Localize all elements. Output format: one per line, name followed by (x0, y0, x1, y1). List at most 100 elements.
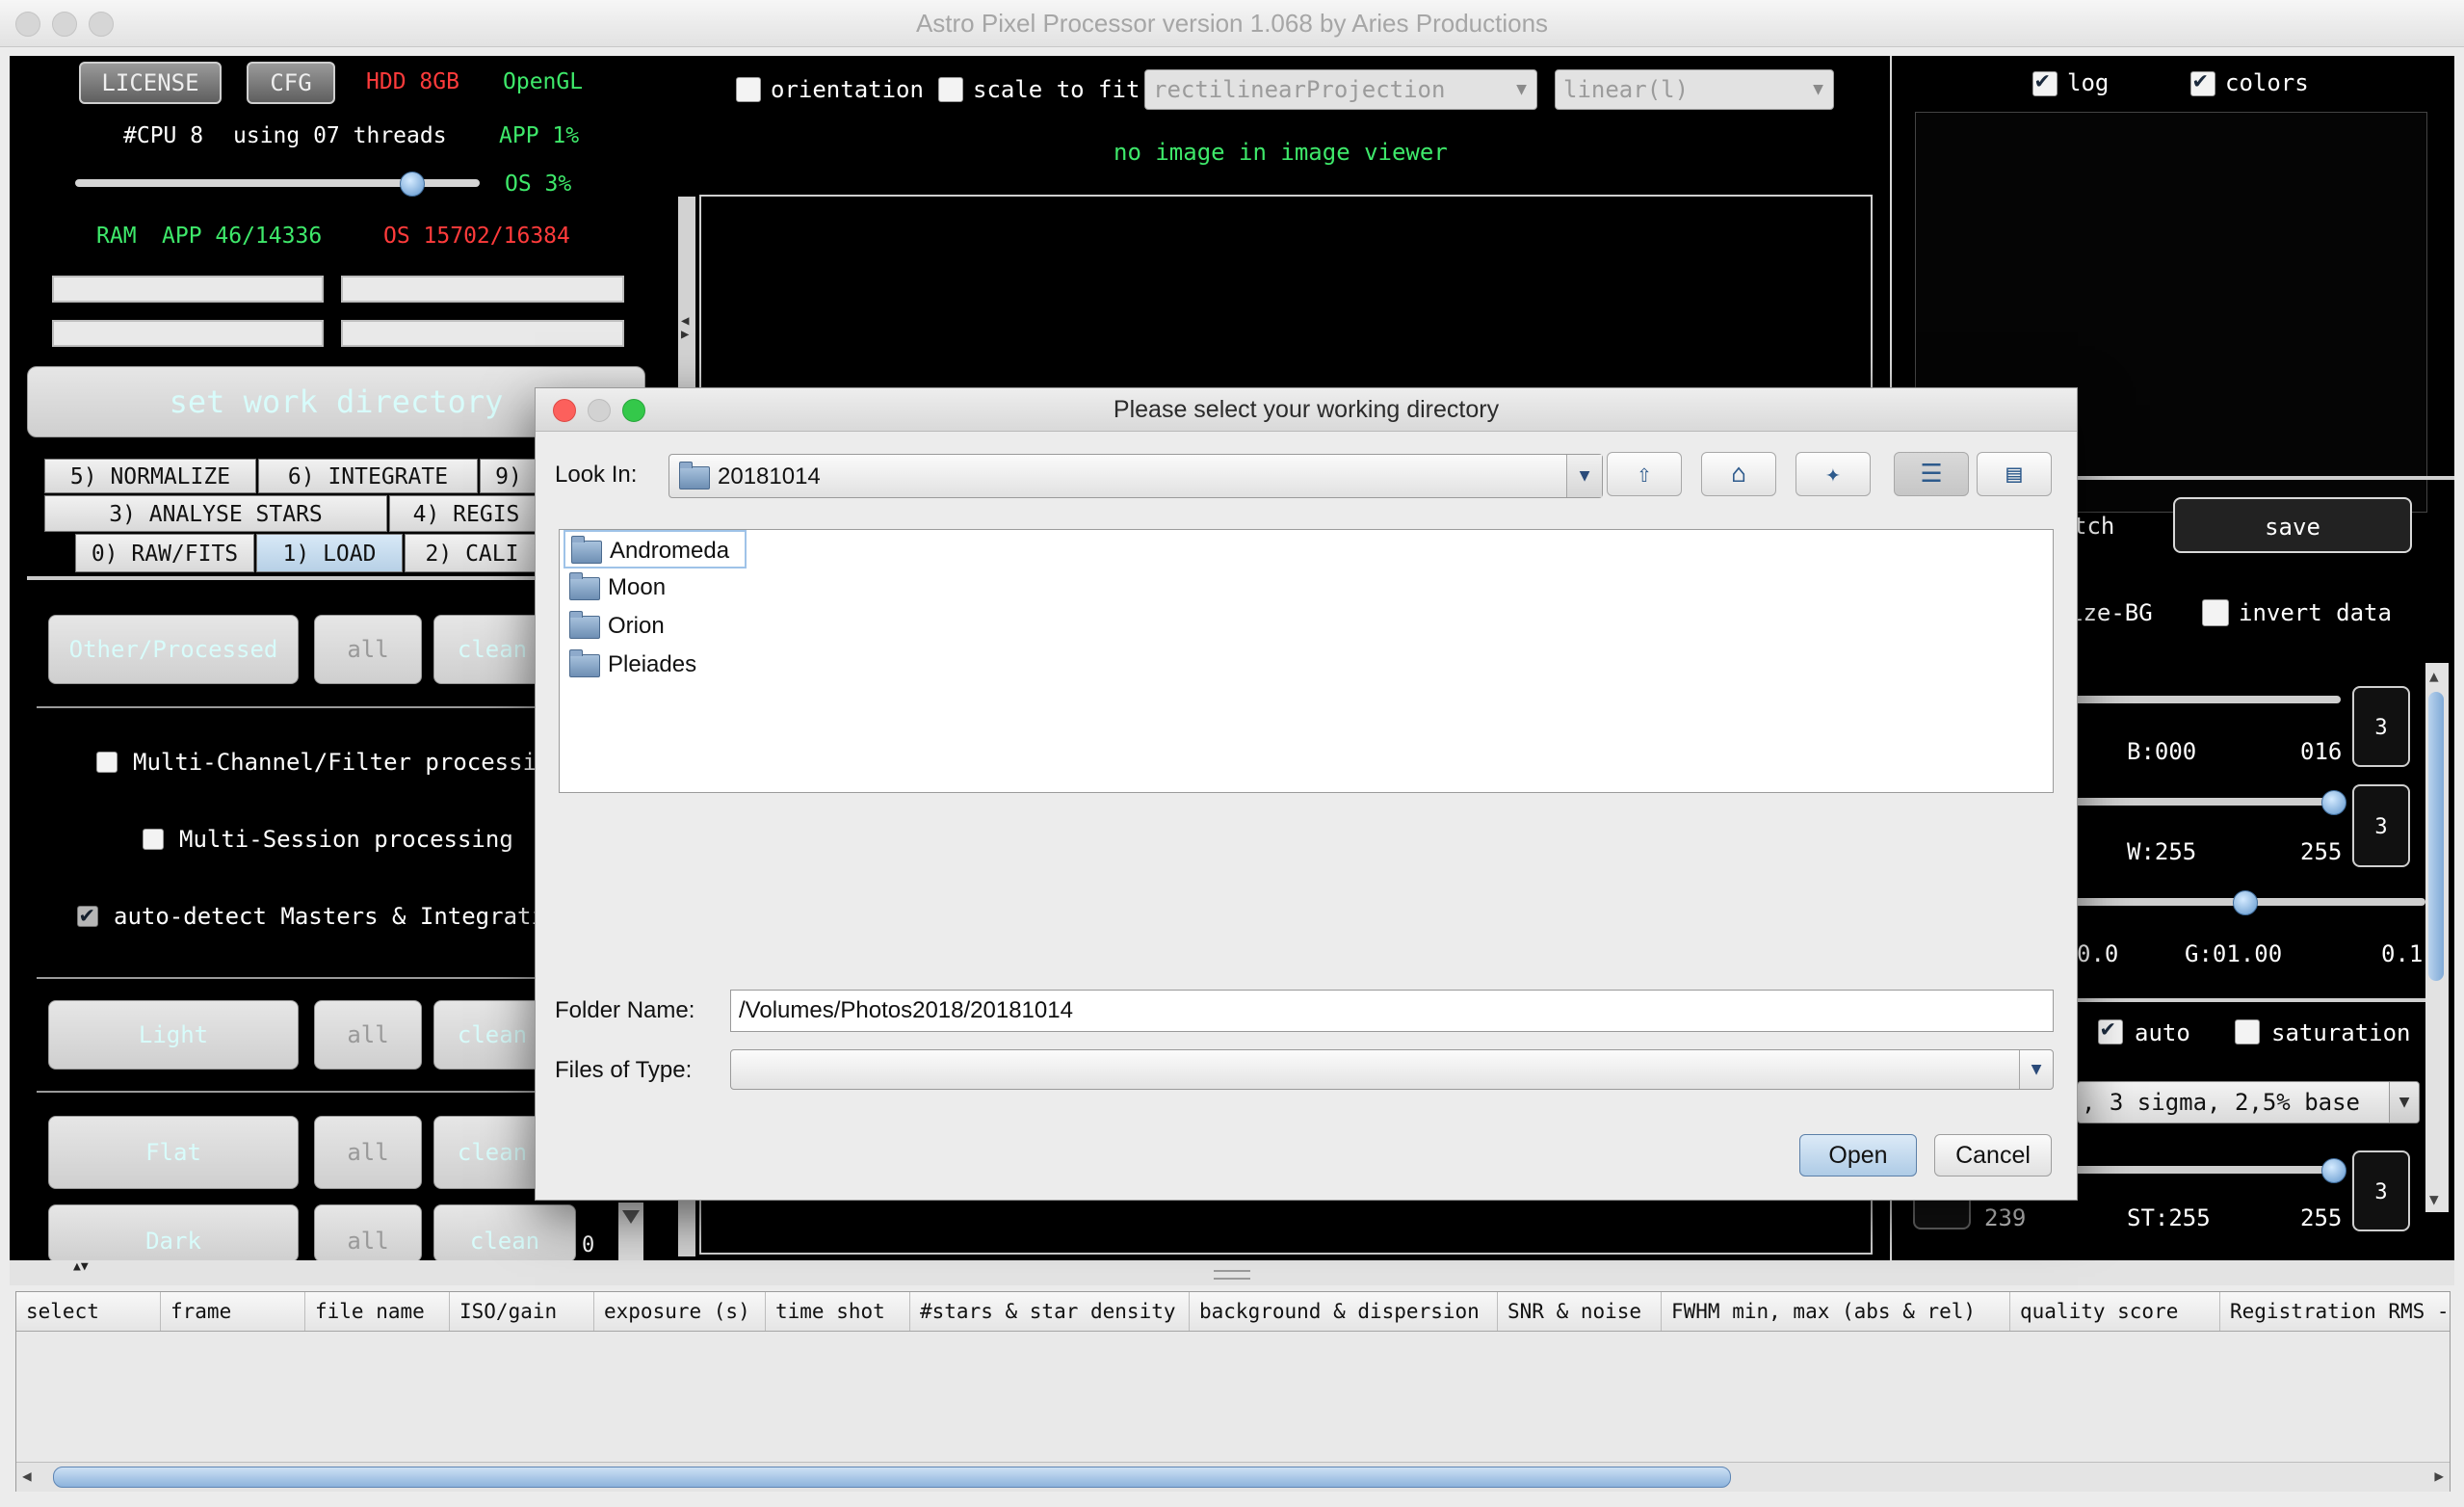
column-header-registration[interactable]: Registration RMS - # (2220, 1292, 2450, 1331)
column-header-fwhm[interactable]: FWHM min, max (abs & rel) (1662, 1292, 2010, 1331)
cfg-button[interactable]: CFG (247, 62, 335, 104)
auto-detect-label: auto-detect Masters & Integratio (114, 903, 560, 930)
tab-load[interactable]: 1) LOAD (256, 534, 403, 572)
left-panel-scrollbar[interactable] (618, 1203, 643, 1260)
save-button[interactable]: save (2173, 497, 2412, 553)
light-button[interactable]: Light (48, 1000, 299, 1070)
folder-name-input[interactable] (730, 990, 2054, 1032)
projection-select[interactable]: rectilinearProjection ▼ (1144, 69, 1537, 110)
tab-calibrate[interactable]: 2) CALI (405, 534, 539, 572)
st-slider-knob[interactable] (2321, 1158, 2346, 1183)
stretch-preset-select[interactable]: , 3 sigma, 2,5% base ▼ (2077, 1081, 2420, 1124)
scroll-left-arrow-icon[interactable]: ◀ (22, 1467, 32, 1485)
scroll-up-arrow-icon[interactable]: ▲ (2429, 667, 2439, 685)
scroll-down-arrow-icon[interactable]: ▼ (2429, 1190, 2439, 1208)
table-horizontal-scrollbar[interactable]: ◀ ▶ (16, 1462, 2450, 1492)
tab-integrate[interactable]: 6) INTEGRATE (258, 459, 478, 493)
opengl-status: OpenGL (503, 69, 584, 94)
other-all-button[interactable]: all (314, 615, 422, 684)
scrollbar-thumb[interactable] (2428, 692, 2444, 981)
chevron-down-icon[interactable]: ▼ (2019, 1050, 2053, 1089)
column-header-exposure[interactable]: exposure (s) (594, 1292, 766, 1331)
tab-register[interactable]: 4) REGIS (389, 495, 543, 532)
flat-all-button[interactable]: all (314, 1116, 422, 1189)
hdd-status: HDD 8GB (366, 69, 459, 94)
list-item[interactable]: Orion (564, 607, 747, 646)
splitter-arrows-icon[interactable]: ▲▼ (73, 1260, 89, 1273)
new-folder-button[interactable]: ✦ (1796, 452, 1871, 496)
column-header-file-name[interactable]: file name (305, 1292, 450, 1331)
frames-table[interactable]: select frame file name ISO/gain exposure… (15, 1291, 2451, 1492)
right-panel-scrollbar[interactable]: ▲ ▼ (2425, 663, 2449, 1212)
saturation-label: saturation (2271, 1019, 2411, 1046)
collapse-arrows-icon[interactable]: ◀ ▶ (681, 314, 689, 341)
b-spinner[interactable]: 3 (2352, 686, 2410, 767)
saturation-checkbox[interactable] (2235, 1019, 2260, 1044)
column-header-frame[interactable]: frame (161, 1292, 305, 1331)
auto-detect-checkbox[interactable] (77, 901, 98, 928)
scroll-right-arrow-icon[interactable]: ▶ (2434, 1467, 2444, 1485)
dark-clean-button[interactable]: clean (433, 1204, 576, 1262)
list-item[interactable]: Moon (564, 568, 747, 607)
other-clean-button[interactable]: clean (433, 615, 551, 684)
home-button[interactable]: ⌂ (1701, 452, 1776, 496)
column-header-background[interactable]: background & dispersion (1190, 1292, 1498, 1331)
stretch-select[interactable]: linear(l) ▼ (1555, 69, 1834, 110)
st-spinner[interactable]: 3 (2352, 1150, 2410, 1231)
panel-splitter[interactable]: ▲▼ (10, 1260, 2454, 1285)
flat-clean-button[interactable]: clean (433, 1116, 551, 1189)
divider (37, 1091, 547, 1093)
chevron-down-icon[interactable]: ▼ (1566, 455, 1602, 497)
light-all-button[interactable]: all (314, 1000, 422, 1070)
column-header-iso-gain[interactable]: ISO/gain (450, 1292, 594, 1331)
w-spinner[interactable]: 3 (2352, 784, 2410, 867)
flat-button[interactable]: Flat (48, 1116, 299, 1189)
g-slider-knob[interactable] (2233, 890, 2258, 915)
os-cpu-usage: OS 3% (505, 172, 572, 197)
column-header-snr[interactable]: SNR & noise (1498, 1292, 1662, 1331)
log-checkbox[interactable] (2032, 66, 2058, 96)
b-slider-track[interactable] (2069, 696, 2341, 703)
g-slider-track[interactable] (2069, 890, 2425, 915)
w-slider-track[interactable] (2069, 790, 2346, 815)
list-item[interactable]: Andromeda (564, 530, 747, 568)
open-button[interactable]: Open (1799, 1134, 1917, 1177)
w-slider-knob[interactable] (2321, 790, 2346, 815)
log-label: log (2067, 69, 2110, 96)
file-list[interactable]: Andromeda Moon Orion Pleiades (559, 529, 2054, 793)
dark-button[interactable]: Dark (48, 1204, 299, 1262)
look-in-select[interactable]: 20181014 ▼ (668, 454, 1603, 498)
multi-channel-checkbox[interactable] (96, 752, 118, 773)
files-of-type-select[interactable]: ▼ (730, 1049, 2054, 1090)
license-button[interactable]: LICENSE (79, 62, 222, 104)
tab-9[interactable]: 9) (480, 459, 537, 493)
list-view-button[interactable]: ☰ (1894, 452, 1969, 496)
auto-checkbox[interactable] (2098, 1015, 2123, 1044)
colors-checkbox[interactable] (2190, 66, 2215, 96)
scale-to-fit-checkbox[interactable] (938, 77, 963, 102)
st-slider-track[interactable] (2069, 1158, 2346, 1183)
light-clean-button[interactable]: clean (433, 1000, 551, 1070)
tab-analyse-stars[interactable]: 3) ANALYSE STARS (44, 495, 387, 532)
list-item[interactable]: Pleiades (564, 646, 747, 684)
up-folder-button[interactable]: ⇧ (1607, 452, 1682, 496)
cancel-button[interactable]: Cancel (1934, 1134, 2052, 1177)
tab-raw-fits[interactable]: 0) RAW/FITS (75, 534, 254, 572)
scroll-down-arrow-icon[interactable] (622, 1210, 640, 1224)
threads-slider-knob[interactable] (399, 172, 425, 197)
ram-label: RAM (96, 224, 137, 249)
dark-all-button[interactable]: all (314, 1204, 422, 1262)
column-header-stars[interactable]: #stars & star density (910, 1292, 1190, 1331)
tab-normalize[interactable]: 5) NORMALIZE (44, 459, 256, 493)
orientation-checkbox[interactable] (736, 77, 761, 102)
splitter-grip-icon[interactable] (1214, 1270, 1250, 1280)
threads-slider-track[interactable] (75, 172, 480, 197)
multi-session-checkbox[interactable] (143, 829, 164, 850)
table-scrollbar-thumb[interactable] (53, 1467, 1731, 1488)
other-processed-button[interactable]: Other/Processed (48, 615, 299, 684)
column-header-time-shot[interactable]: time shot (766, 1292, 910, 1331)
column-header-quality[interactable]: quality score (2010, 1292, 2220, 1331)
invert-data-checkbox[interactable] (2202, 599, 2229, 626)
details-view-button[interactable]: ▤ (1977, 452, 2052, 496)
column-header-select[interactable]: select (16, 1292, 161, 1331)
